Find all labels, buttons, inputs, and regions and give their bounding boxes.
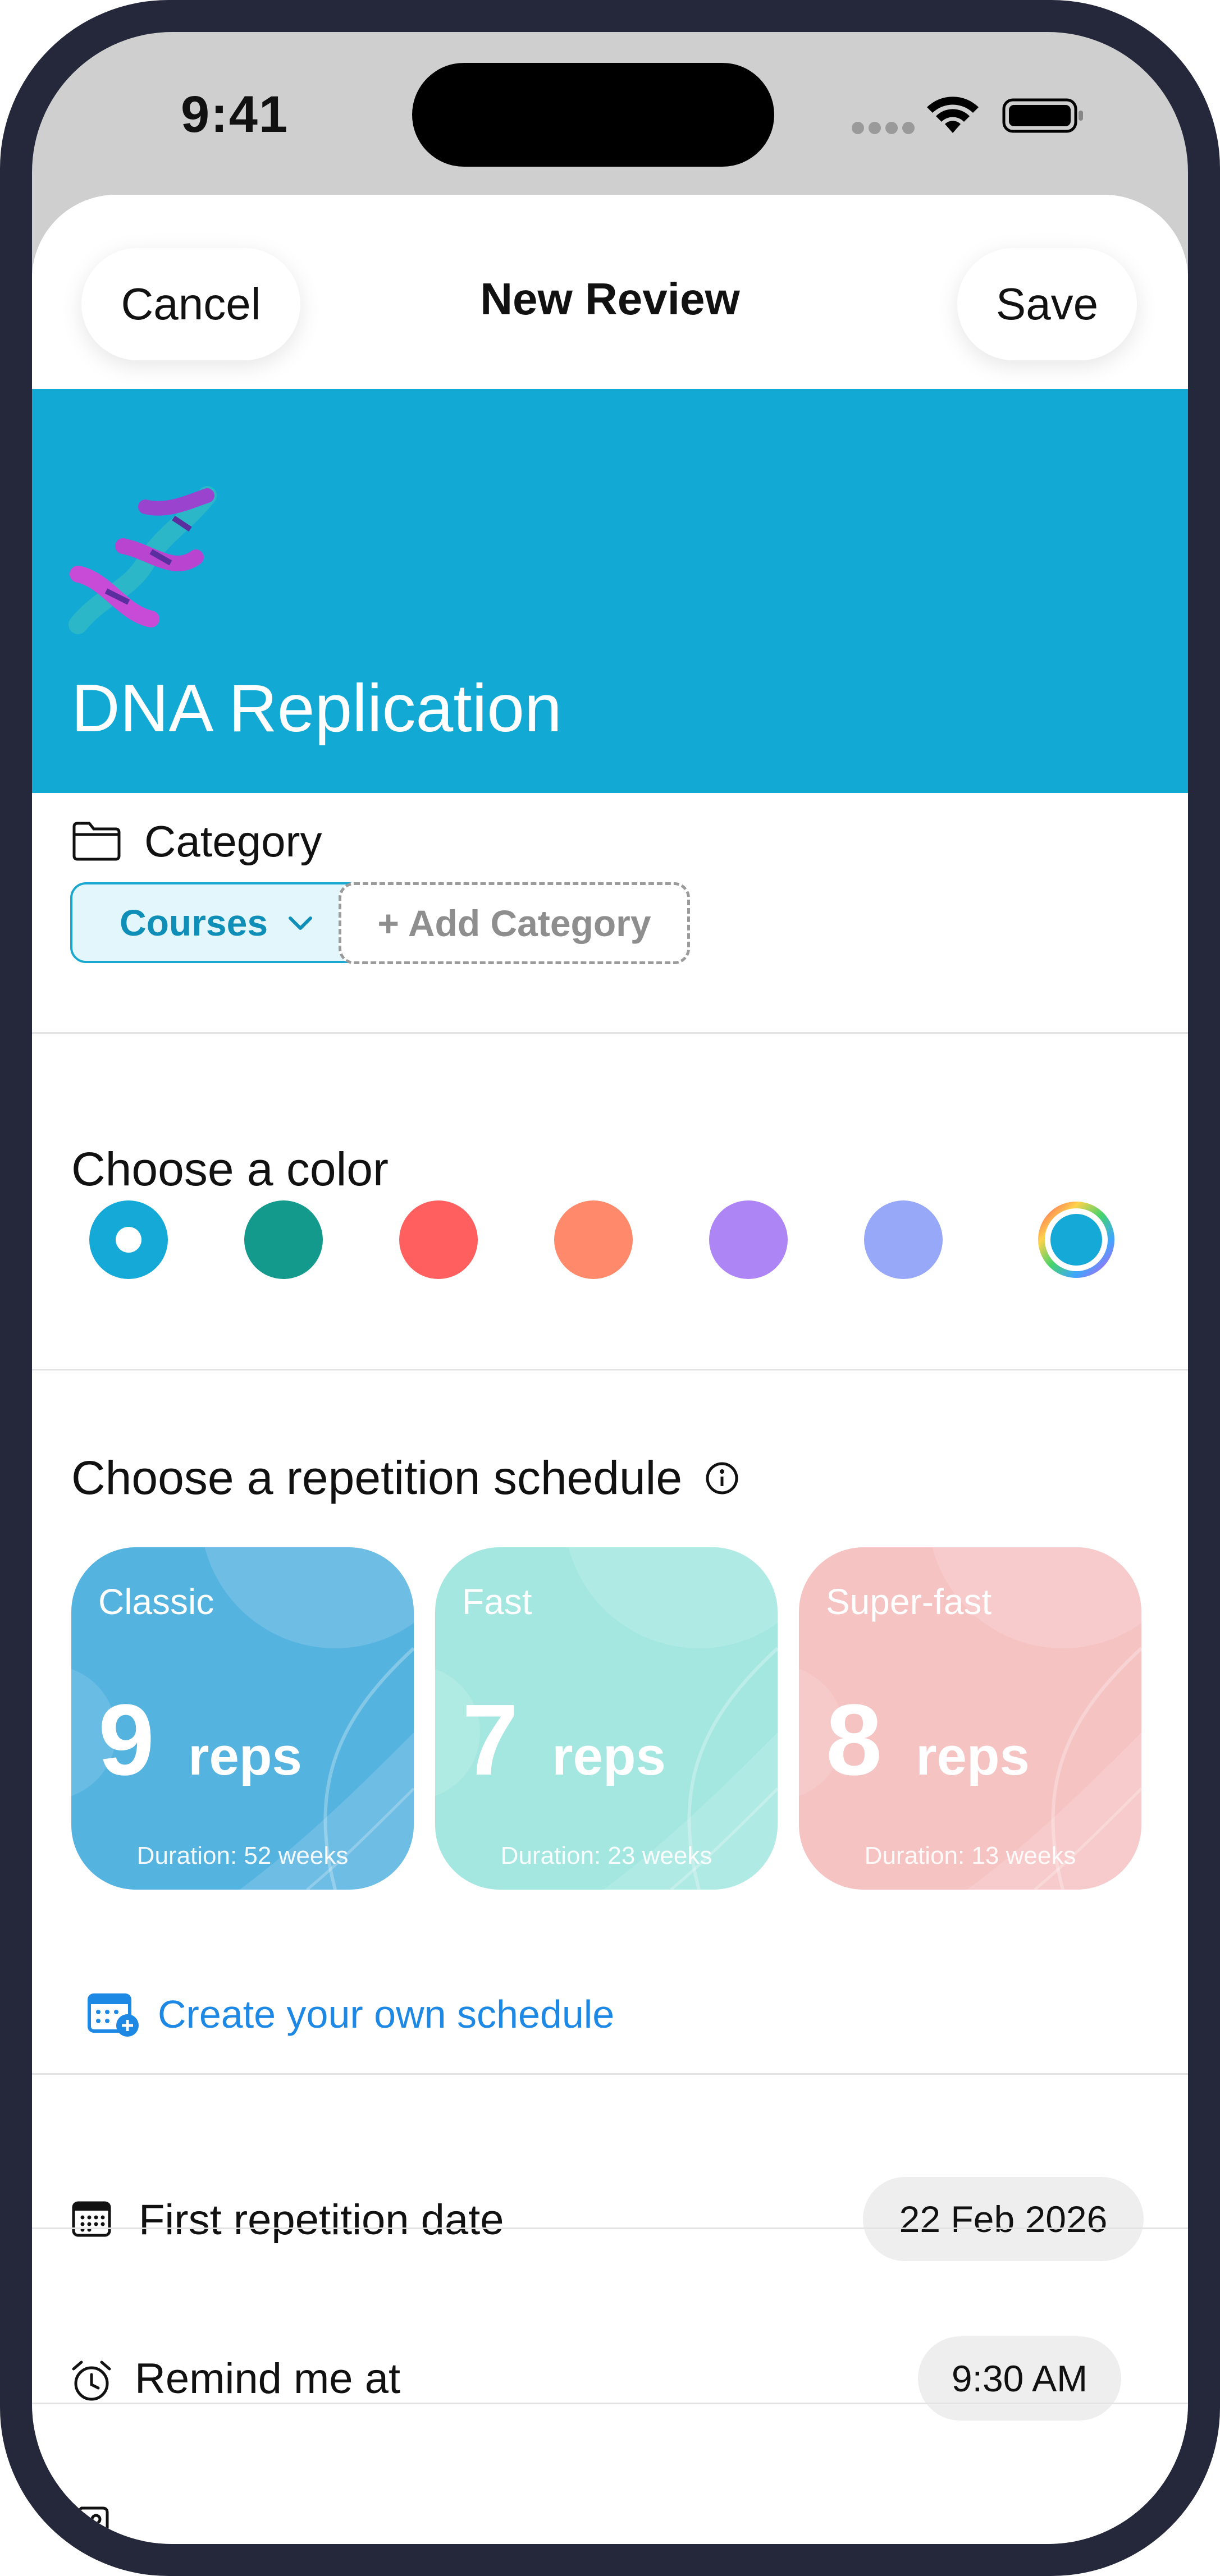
new-review-sheet: Cancel New Review Save DNA Replication C… [32,195,1188,2544]
status-bar: 9:41 [32,32,1188,200]
schedule-name: Super-fast [826,1582,992,1622]
create-schedule-button[interactable]: Create your own schedule [87,1991,614,2038]
category-header: Category [71,808,322,875]
color-option[interactable] [864,1200,943,1279]
device-frame: 9:41 Cancel New Review Save DNA Replicat… [0,0,1220,2576]
first-repetition-date-button[interactable]: 22 Feb 2026 [863,2177,1144,2261]
schedule-section-title: Choose a repetition schedule [71,1451,683,1504]
save-button[interactable]: Save [957,248,1137,360]
divider [32,2073,1188,2075]
color-section-title: Choose a color [71,1143,389,1195]
reps-count: 7 [462,1684,519,1796]
first-repetition-label: First repetition date [139,2196,504,2244]
remind-me-label: Remind me at [135,2355,401,2403]
schedule-duration: Duration: 23 weeks [500,1842,712,1869]
reps-unit: reps [188,1726,302,1786]
schedule-name: Classic [98,1582,214,1622]
review-header: DNA Replication [32,389,1188,793]
schedule-reps: 8 reps [826,1682,1030,1798]
divider [32,1032,1188,1034]
wifi-icon [927,97,979,133]
category-chip-label: Courses [119,902,268,943]
navigation-bar: Cancel New Review Save [32,195,1188,389]
divider [32,1369,1188,1370]
schedule-duration: Duration: 52 weeks [136,1842,349,1869]
battery-icon [1002,98,1083,133]
color-option[interactable] [89,1200,168,1279]
reps-unit: reps [552,1726,666,1786]
cellular-signal-icon [852,122,919,137]
create-schedule-label: Create your own schedule [158,1992,615,2036]
tag-icon [55,2506,109,2544]
calendar-add-icon [88,1993,139,2037]
alarm-clock-icon [72,2360,111,2401]
dna-helix-icon[interactable] [67,484,218,636]
reminder-time-button[interactable]: 9:30 AM [918,2336,1121,2421]
add-category-button[interactable]: + Add Category [339,882,690,964]
schedule-reps: 7 reps [462,1682,666,1798]
tags-label[interactable]: Tags [148,2536,238,2544]
schedule-duration: Duration: 13 weeks [864,1842,1076,1869]
color-option[interactable] [399,1200,478,1279]
calendar-icon [72,2201,111,2237]
color-wheel-icon[interactable] [1037,1200,1116,1279]
reps-count: 8 [826,1684,883,1796]
schedule-card[interactable]: Fast 7 reps Duration: 23 weeks [435,1547,778,1890]
screen: 9:41 Cancel New Review Save DNA Replicat… [32,32,1188,2544]
divider [32,2227,1188,2229]
reps-count: 9 [98,1684,155,1796]
chevron-down-icon [289,916,313,930]
divider [32,2403,1188,2404]
category-chip-courses[interactable]: Courses [70,882,365,963]
schedule-section-header: Choose a repetition schedule [71,1451,739,1505]
color-option[interactable] [709,1200,788,1279]
category-label: Category [144,816,322,866]
schedule-card[interactable]: Classic 9 reps Duration: 52 weeks [71,1547,414,1890]
selected-indicator [116,1227,141,1253]
color-option[interactable] [554,1200,633,1279]
schedule-name: Fast [462,1582,532,1622]
folder-icon [72,822,121,861]
status-time: 9:41 [181,86,289,143]
info-icon[interactable] [705,1461,739,1496]
schedule-reps: 9 reps [98,1682,302,1798]
reps-unit: reps [916,1726,1030,1786]
review-title[interactable]: DNA Replication [71,670,562,747]
color-option[interactable] [244,1200,323,1279]
schedule-card[interactable]: Super-fast 8 reps Duration: 13 weeks [799,1547,1141,1890]
dynamic-island [412,63,774,167]
